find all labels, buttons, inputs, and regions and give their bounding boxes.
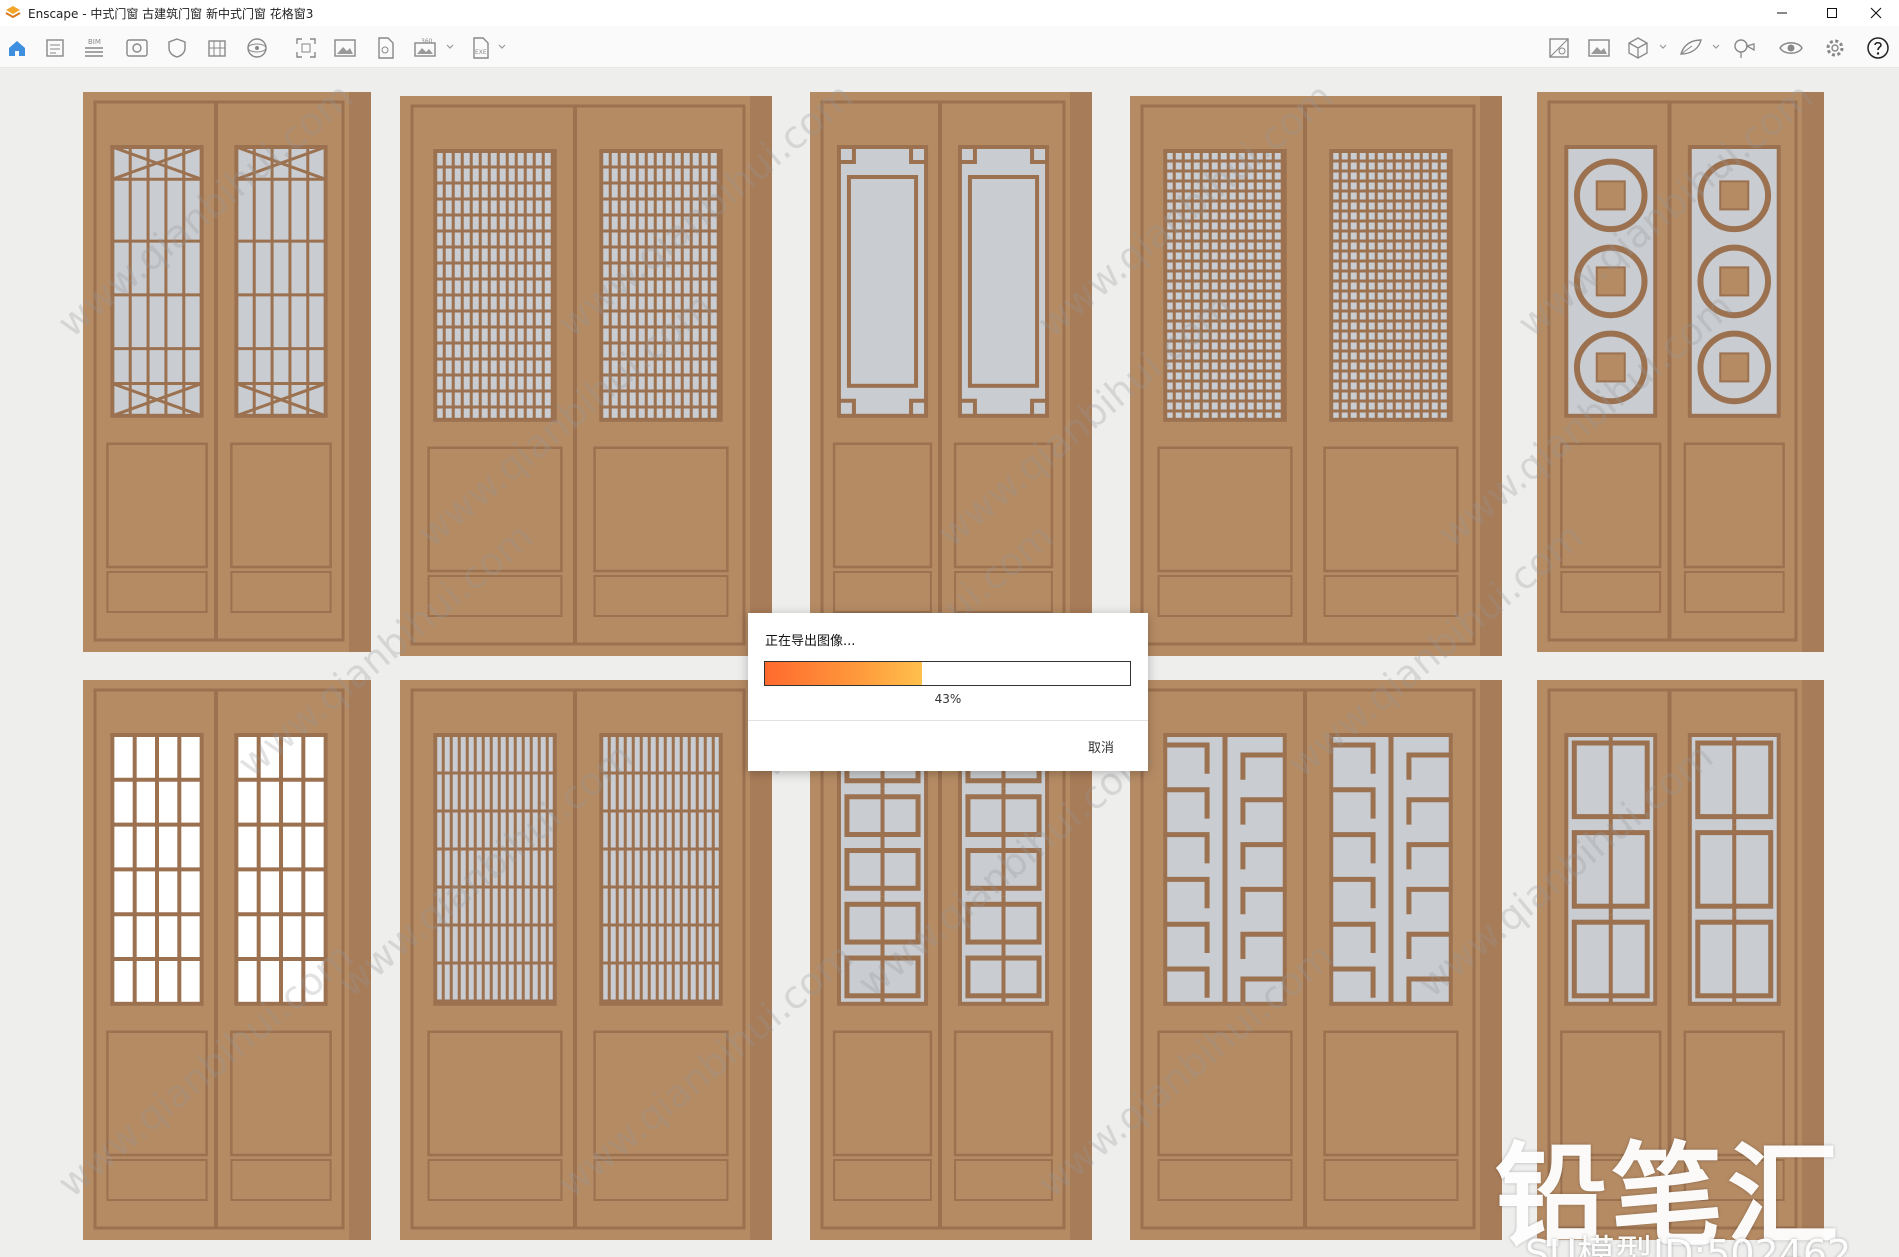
chevron-down-icon[interactable] — [445, 42, 455, 52]
render-view-button[interactable] — [1544, 34, 1574, 62]
door-render-image — [83, 680, 371, 1240]
maximize-button[interactable] — [1809, 0, 1855, 26]
settings-icon — [1826, 39, 1844, 57]
door-model-render — [1537, 92, 1824, 652]
door-model-render — [83, 92, 371, 652]
camera-button[interactable] — [1729, 34, 1759, 62]
capture-button[interactable] — [291, 34, 321, 62]
eye-icon — [1779, 42, 1803, 54]
minimize-button[interactable] — [1759, 0, 1805, 26]
building-icon — [208, 40, 226, 57]
enscape-logo-icon — [5, 6, 21, 19]
door-model-render — [1130, 680, 1502, 1240]
chevron-down-icon[interactable] — [1711, 42, 1721, 52]
progress-fill — [765, 662, 922, 685]
door-render-image — [400, 680, 772, 1240]
camera-icon — [1734, 39, 1755, 58]
eye-button[interactable] — [1776, 34, 1806, 62]
cancel-button[interactable]: 取消 — [1076, 735, 1126, 757]
chevron-down-icon[interactable] — [497, 42, 507, 52]
help-icon — [1867, 37, 1889, 59]
dialog-title: 正在导出图像... — [765, 634, 856, 649]
maximize-icon — [1827, 8, 1837, 18]
render-view-icon — [1549, 38, 1569, 58]
gallery-button[interactable] — [1584, 34, 1614, 62]
view-icon — [126, 39, 148, 57]
minimize-icon — [1777, 12, 1787, 14]
document-button[interactable] — [40, 34, 70, 62]
material-icon — [1680, 39, 1702, 55]
home-icon — [9, 41, 25, 56]
cube-icon — [1628, 37, 1648, 59]
door-model-render — [400, 96, 772, 656]
home-button[interactable] — [2, 34, 32, 62]
door-render-image — [810, 92, 1092, 652]
exe-export-button[interactable]: EXE — [465, 34, 495, 62]
gallery-icon — [1588, 39, 1610, 57]
close-button[interactable] — [1853, 0, 1899, 26]
title-bar: Enscape - 中式门窗 古建筑门窗 新中式门窗 花格窗3 — [0, 0, 1899, 26]
bim-button[interactable]: BIM — [79, 34, 109, 62]
toolbar: BIM 360 EXE — [0, 26, 1899, 68]
shield-icon — [168, 38, 186, 58]
help-button[interactable] — [1863, 34, 1893, 62]
image-icon — [334, 39, 356, 57]
export-progress-dialog: 正在导出图像... 43% 取消 — [748, 613, 1148, 771]
material-button[interactable] — [1676, 34, 1706, 62]
door-render-image — [1130, 680, 1502, 1240]
view-button[interactable] — [122, 34, 152, 62]
panorama-360-icon: 360 — [414, 38, 436, 57]
file-export-icon — [378, 37, 394, 59]
export-progress-bar — [764, 661, 1131, 686]
enscape-window: Enscape - 中式门窗 古建筑门窗 新中式门窗 花格窗3 BIM 360 … — [0, 0, 1899, 1257]
chevron-down-icon[interactable] — [1658, 42, 1668, 52]
door-render-image — [1537, 92, 1824, 652]
door-render-image — [1130, 96, 1502, 656]
svg-text:EXE: EXE — [475, 49, 487, 56]
door-model-render — [810, 92, 1092, 652]
door-model-render — [400, 680, 772, 1240]
close-icon — [1870, 7, 1882, 19]
svg-text:BIM: BIM — [88, 38, 101, 46]
shield-button[interactable] — [162, 34, 192, 62]
progress-percent: 43% — [934, 692, 962, 706]
door-model-render — [83, 680, 371, 1240]
render-viewport[interactable]: www.qianbihui.com www.qianbihui.com www.qi… — [0, 68, 1899, 1257]
image-button[interactable] — [330, 34, 360, 62]
bim-icon: BIM — [85, 38, 103, 57]
exe-export-icon: EXE — [473, 37, 489, 59]
settings-button[interactable] — [1820, 34, 1850, 62]
sphere-icon — [247, 38, 267, 58]
file-export-button[interactable] — [370, 34, 400, 62]
panorama-button[interactable]: 360 — [411, 34, 441, 62]
window-title: Enscape - 中式门窗 古建筑门窗 新中式门窗 花格窗3 — [28, 6, 314, 21]
dialog-divider — [748, 720, 1148, 721]
door-render-image — [83, 92, 371, 652]
document-icon — [46, 39, 64, 57]
building-button[interactable] — [202, 34, 232, 62]
cube-button[interactable] — [1623, 34, 1653, 62]
sphere-button[interactable] — [242, 34, 272, 62]
door-render-image — [400, 96, 772, 656]
watermark-model-id: SU模型ID:502462 — [1525, 1232, 1852, 1257]
svg-text:360: 360 — [421, 38, 433, 45]
door-model-render — [1130, 96, 1502, 656]
capture-icon — [296, 38, 316, 58]
